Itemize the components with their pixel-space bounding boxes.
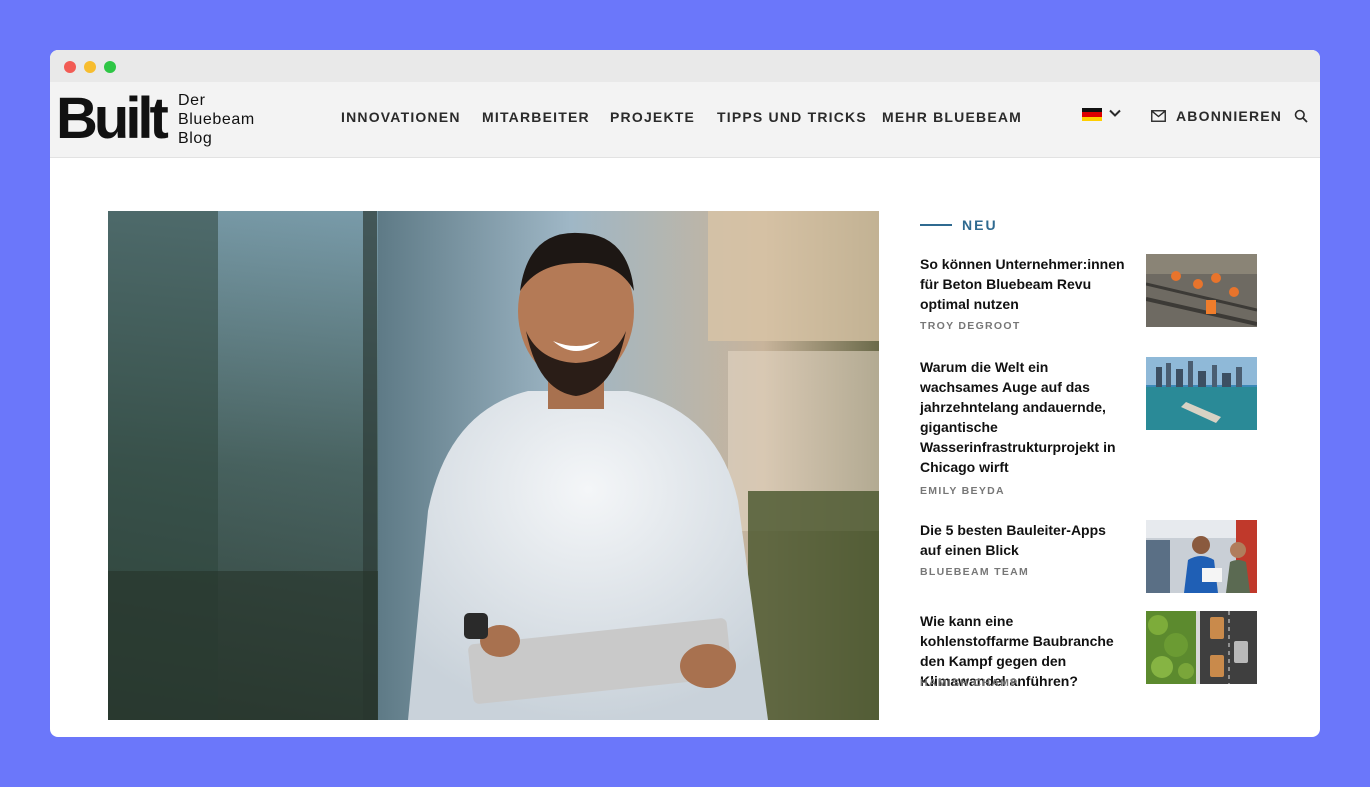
article-card[interactable]: Warum die Welt ein wachsames Auge auf da… [920,357,1260,502]
window-titlebar [50,50,1320,82]
article-thumbnail[interactable] [1146,254,1257,327]
envelope-icon [1151,110,1166,122]
green-road-aerial-thumbnail [1146,611,1257,684]
logo-subtitle: Der Bluebeam Blog [178,91,288,148]
nav-item-tipps-und-tricks[interactable]: TIPPS UND TRICKS [717,109,867,125]
article-card[interactable]: So können Unternehmer:innen für Beton Bl… [920,254,1260,336]
section-divider-line [920,224,952,226]
article-author[interactable]: BLUEBEAM TEAM [920,566,1029,578]
nav-item-mitarbeiter[interactable]: MITARBEITER [482,109,590,125]
subscribe-label: ABONNIEREN [1176,108,1283,124]
logo-subtitle-line: Bluebeam [178,111,255,128]
article-author[interactable]: HAMISH CHAMP [920,677,1018,689]
nav-item-projekte[interactable]: PROJEKTE [610,109,695,125]
nav-item-mehr-bluebeam[interactable]: MEHR BLUEBEAM [882,109,1022,125]
article-thumbnail[interactable] [1146,357,1257,430]
logo-subtitle-line: Der [178,92,206,109]
logo-wordmark: Built [56,86,169,151]
article-title[interactable]: So können Unternehmer:innen für Beton Bl… [920,254,1125,314]
maximize-window-button[interactable] [104,61,116,73]
hero-photo-illustration [108,211,879,720]
hero-image[interactable] [108,211,879,720]
search-icon[interactable] [1294,109,1308,123]
construction-workers-thumbnail [1146,254,1257,327]
section-label: NEU [962,217,998,233]
article-card[interactable]: Wie kann eine kohlenstoffarme Baubranche… [920,611,1260,689]
article-author[interactable]: TROY DEGROOT [920,320,1021,332]
article-card[interactable]: Die 5 besten Bauleiter-Apps auf einen Bl… [920,520,1260,593]
section-header: NEU [920,217,998,233]
minimize-window-button[interactable] [84,61,96,73]
browser-window: Built Der Bluebeam Blog INNOVATIONEN MIT… [50,50,1320,737]
chevron-down-icon[interactable] [1108,106,1122,120]
article-author[interactable]: EMILY BEYDA [920,485,1005,497]
nav-item-innovationen[interactable]: INNOVATIONEN [341,109,461,125]
chicago-skyline-thumbnail [1146,357,1257,430]
site-header: Built Der Bluebeam Blog INNOVATIONEN MIT… [50,82,1320,158]
subscribe-button[interactable]: ABONNIEREN [1151,107,1282,125]
germany-flag-icon[interactable] [1082,108,1102,121]
close-window-button[interactable] [64,61,76,73]
logo-subtitle-line: Blog [178,130,213,147]
warehouse-team-thumbnail [1146,520,1257,593]
article-title[interactable]: Die 5 besten Bauleiter-Apps auf einen Bl… [920,520,1125,560]
article-thumbnail[interactable] [1146,611,1257,684]
article-thumbnail[interactable] [1146,520,1257,593]
article-title[interactable]: Warum die Welt ein wachsames Auge auf da… [920,357,1125,477]
